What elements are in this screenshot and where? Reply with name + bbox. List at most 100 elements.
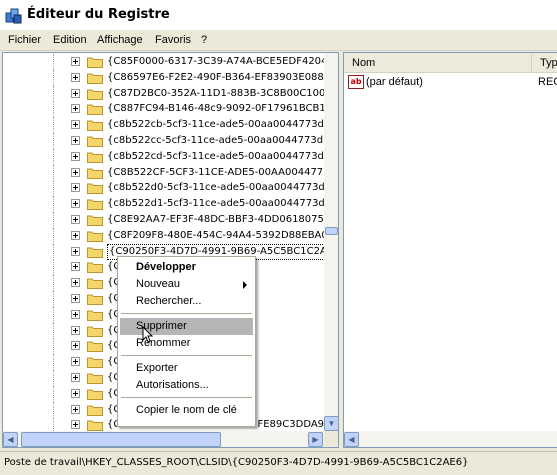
expand-plus-icon[interactable] xyxy=(71,88,80,98)
menu-favoris[interactable]: Favoris xyxy=(155,34,191,46)
tree-guide-line xyxy=(53,212,54,228)
tree-item-label: {c8b522cb-5cf3-11ce-ade5-00aa0044773d} xyxy=(107,119,331,131)
tree-guide-line xyxy=(53,148,54,165)
folder-icon xyxy=(87,198,103,211)
title-bar[interactable]: Éditeur du Registre xyxy=(0,0,557,30)
menu-affichage[interactable]: Affichage xyxy=(97,34,143,46)
tree-guide-line xyxy=(53,354,54,371)
context-menu-item-developper[interactable]: Développer xyxy=(120,259,253,276)
expand-plus-icon[interactable] xyxy=(71,373,80,382)
folder-icon xyxy=(87,309,103,321)
tree-item-label: {C8B522CF-5CF3-11CE-ADE5-00AA0044773 xyxy=(107,166,330,178)
tree-item[interactable]: {c8b522d0-5cf3-11ce-ade5-00aa0044773d} xyxy=(3,180,331,197)
tree-item-label: {C887FC94-B146-48c9-9092-0F17961BCB11 xyxy=(107,103,333,115)
expand-plus-icon[interactable] xyxy=(71,262,80,272)
tree-item[interactable]: {C85F0000-6317-3C39-A74A-BCE5EDF4204 xyxy=(3,54,327,70)
column-header-name[interactable]: Nom xyxy=(344,53,532,73)
tree-vertical-scrollbar[interactable]: ▼ xyxy=(324,53,338,431)
tree-item-label: {c8b522d1-5cf3-11ce-ade5-00aa0044773d} xyxy=(107,198,332,210)
tree-item[interactable]: {c8b522cc-5cf3-11ce-ade5-00aa0044773d} xyxy=(3,133,329,149)
folder-icon xyxy=(87,214,103,226)
expand-plus-icon[interactable] xyxy=(71,246,80,256)
tree-item-label: {C87D2BC0-352A-11D1-883B-3C8B00C1000 xyxy=(107,87,332,99)
context-menu-item-exporter[interactable]: Exporter xyxy=(120,360,253,377)
list-horizontal-scrollbar[interactable]: ◀ xyxy=(344,431,557,447)
menu-help[interactable]: ? xyxy=(201,34,207,46)
expand-plus-icon[interactable] xyxy=(71,404,80,414)
expand-plus-icon[interactable] xyxy=(71,278,80,288)
context-menu-item-renommer[interactable]: Renommer xyxy=(120,335,253,352)
tree-scroll-thumb[interactable] xyxy=(325,227,338,235)
tree-item[interactable]: {c8b522d1-5cf3-11ce-ade5-00aa0044773d} xyxy=(3,196,331,213)
expand-plus-icon[interactable] xyxy=(71,104,80,114)
tree-item-label: {c8b522cc-5cf3-11ce-ade5-00aa0044773d} xyxy=(107,135,330,146)
scroll-corner xyxy=(324,431,338,447)
tree-guide-line xyxy=(53,54,54,70)
context-menu-item-supprimer[interactable]: Supprimer xyxy=(120,318,253,335)
tree-guide-line xyxy=(53,227,54,244)
context-menu-item-rechercher[interactable]: Rechercher... xyxy=(120,293,253,310)
scroll-left-arrow-icon[interactable]: ◀ xyxy=(3,432,18,447)
expand-plus-icon[interactable] xyxy=(71,341,80,351)
context-menu-item-label: Rechercher... xyxy=(136,295,202,307)
context-menu-item-label: Exporter xyxy=(136,362,178,374)
value-type: REG_ xyxy=(538,76,557,88)
tree-item-label: {C8F209F8-480E-454C-94A4-5392D88EBA0I xyxy=(107,229,331,241)
menu-fichier[interactable]: Fichier xyxy=(8,34,41,46)
expand-plus-icon[interactable] xyxy=(71,294,80,303)
tree-item[interactable]: {C887FC94-B146-48c9-9092-0F17961BCB11 xyxy=(3,101,332,118)
expand-plus-icon[interactable] xyxy=(71,420,80,430)
folder-icon xyxy=(87,167,103,179)
expand-plus-icon[interactable] xyxy=(71,309,80,319)
tree-guide-line xyxy=(53,180,54,197)
tree-item[interactable]: {C87D2BC0-352A-11D1-883B-3C8B00C1000 xyxy=(3,85,332,102)
folder-icon xyxy=(87,88,103,100)
expand-plus-icon[interactable] xyxy=(71,199,80,209)
expand-plus-icon[interactable] xyxy=(71,325,80,335)
context-menu-item-copier-le-nom-de-cle[interactable]: Copier le nom de clé xyxy=(120,402,253,419)
menu-separator xyxy=(121,355,252,356)
expand-plus-icon[interactable] xyxy=(71,215,80,224)
values-list[interactable]: Nom Type ab (par défaut) REG_ ◀ xyxy=(343,52,557,448)
tree-guide-line xyxy=(53,385,54,402)
column-header-type[interactable]: Type xyxy=(532,53,557,73)
tree-guide-line xyxy=(53,401,54,418)
expand-plus-icon[interactable] xyxy=(71,72,80,82)
context-menu-item-nouveau[interactable]: Nouveau xyxy=(120,276,253,293)
tree-guide-line xyxy=(53,85,54,102)
tree-item[interactable]: {c8b522cb-5cf3-11ce-ade5-00aa0044773d} xyxy=(3,117,330,134)
tree-item[interactable]: {C8B522CF-5CF3-11CE-ADE5-00AA0044773 xyxy=(3,164,330,181)
folder-icon xyxy=(87,277,103,290)
tree-guide-line xyxy=(53,196,54,213)
expand-plus-icon[interactable] xyxy=(71,136,80,145)
expand-plus-icon[interactable] xyxy=(71,120,80,130)
scroll-right-arrow-icon[interactable]: ▶ xyxy=(308,432,323,447)
tree-guide-line xyxy=(53,133,54,149)
expand-plus-icon[interactable] xyxy=(71,388,80,398)
context-menu-item-label: Autorisations... xyxy=(136,379,209,391)
expand-plus-icon[interactable] xyxy=(71,183,80,193)
context-menu-item-label: Copier le nom de clé xyxy=(136,404,237,416)
context-menu-item-autorisations[interactable]: Autorisations... xyxy=(120,377,253,394)
scroll-down-arrow-icon[interactable]: ▼ xyxy=(324,416,338,431)
mouse-cursor-icon xyxy=(142,326,154,343)
tree-item[interactable]: {c8b522cd-5cf3-11ce-ade5-00aa0044773d} xyxy=(3,148,330,165)
tree-guide-line xyxy=(53,370,54,386)
menu-edition[interactable]: Edition xyxy=(53,34,87,46)
folder-icon xyxy=(87,404,103,416)
scroll-left-arrow-icon[interactable]: ◀ xyxy=(344,432,359,447)
tree-horizontal-scrollbar[interactable]: ◀ ▶ xyxy=(3,431,324,447)
tree-item[interactable]: {C8F209F8-480E-454C-94A4-5392D88EBA0I xyxy=(3,227,331,244)
context-menu-item-label: Développer xyxy=(136,261,196,273)
expand-plus-icon[interactable] xyxy=(71,151,80,161)
expand-plus-icon[interactable] xyxy=(71,357,80,367)
folder-icon xyxy=(87,56,103,68)
folder-icon xyxy=(87,372,103,384)
status-bar: Poste de travail\HKEY_CLASSES_ROOT\CLSID… xyxy=(0,451,557,475)
expand-plus-icon[interactable] xyxy=(71,230,80,240)
tree-hscroll-thumb[interactable] xyxy=(21,432,221,447)
tree-item[interactable]: {C8E92AA7-EF3F-48DC-BBF3-4DD0618075B xyxy=(3,212,331,228)
expand-plus-icon[interactable] xyxy=(71,167,80,177)
tree-item[interactable]: {C86597E6-F2E2-490F-B364-EF83903E088A xyxy=(3,69,331,86)
expand-plus-icon[interactable] xyxy=(71,57,80,66)
